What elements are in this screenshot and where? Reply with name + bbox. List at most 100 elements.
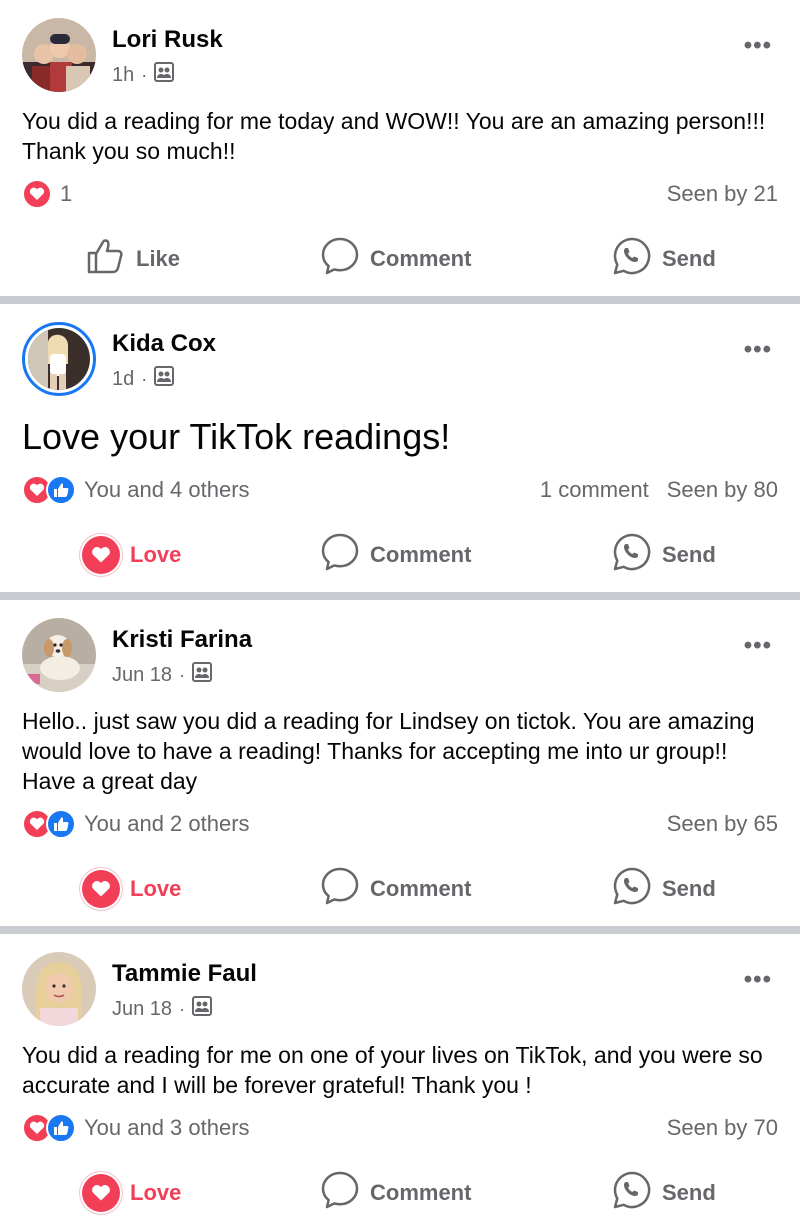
- post-lori-rusk: Lori Rusk 1h · ••• You did a reading for…: [0, 0, 800, 296]
- reactions-row: 1 Seen by 21: [22, 176, 778, 212]
- send-label: Send: [662, 1180, 716, 1205]
- separator-dot: ·: [141, 368, 148, 389]
- post-tammie-faul: Tammie Faul Jun 18 · ••• You did a readi…: [0, 934, 800, 1232]
- more-options-icon[interactable]: •••: [744, 966, 772, 994]
- love-heart-icon: [82, 870, 120, 908]
- love-label: Love: [130, 876, 182, 901]
- whatsapp-icon: [612, 532, 652, 578]
- reaction-summary[interactable]: You and 3 others: [84, 1115, 250, 1141]
- reaction-count[interactable]: 1: [60, 181, 72, 207]
- separator-dot: ·: [141, 64, 148, 85]
- seen-by[interactable]: Seen by 80: [667, 477, 778, 503]
- reaction-icons[interactable]: [22, 1113, 76, 1143]
- send-button[interactable]: Send: [612, 1168, 716, 1218]
- comment-button[interactable]: Comment: [320, 234, 471, 284]
- reaction-summary[interactable]: You and 4 others: [84, 477, 250, 503]
- post-stats: Seen by 21: [667, 181, 778, 207]
- author-name[interactable]: Kristi Farina: [112, 626, 252, 654]
- seen-by[interactable]: Seen by 21: [667, 181, 778, 207]
- reactions-row: You and 3 others Seen by 70: [22, 1110, 778, 1146]
- post-header: Lori Rusk 1h · •••: [22, 18, 782, 98]
- post-time[interactable]: Jun 18: [112, 998, 172, 1021]
- post-kida-cox: Kida Cox 1d · ••• Love your TikTok readi…: [0, 304, 800, 592]
- post-time[interactable]: Jun 18: [112, 664, 172, 687]
- love-button[interactable]: Love: [82, 1168, 181, 1218]
- comment-bubble-icon: [320, 866, 360, 912]
- avatar[interactable]: [22, 618, 96, 692]
- comment-label: Comment: [370, 542, 472, 567]
- post-meta: 1d ·: [112, 366, 175, 392]
- reaction-icons[interactable]: [22, 179, 52, 209]
- separator-dot: ·: [179, 998, 186, 1019]
- reactions-row: You and 2 others Seen by 65: [22, 806, 778, 842]
- send-label: Send: [662, 542, 716, 567]
- reaction-summary[interactable]: You and 2 others: [84, 811, 250, 837]
- more-options-icon[interactable]: •••: [744, 632, 772, 660]
- comment-label: Comment: [370, 1180, 472, 1205]
- like-label: Like: [136, 246, 181, 271]
- comment-bubble-icon: [320, 236, 360, 282]
- group-members-icon: [192, 996, 213, 1022]
- love-button[interactable]: Love: [82, 864, 181, 914]
- post-stats: Seen by 65: [667, 811, 778, 837]
- like-button[interactable]: Like: [86, 234, 180, 284]
- more-options-icon[interactable]: •••: [744, 336, 772, 364]
- avatar-with-story-ring[interactable]: [22, 322, 96, 396]
- post-time[interactable]: 1h: [112, 64, 134, 87]
- group-members-icon: [192, 662, 213, 688]
- comment-label: Comment: [370, 876, 472, 901]
- like-reaction-icon: [46, 475, 76, 505]
- author-name[interactable]: Lori Rusk: [112, 26, 223, 54]
- post-header: Kida Cox 1d · •••: [22, 322, 782, 402]
- post-meta: Jun 18 ·: [112, 662, 213, 688]
- seen-by[interactable]: Seen by 70: [667, 1115, 778, 1141]
- post-kristi-farina: Kristi Farina Jun 18 · ••• Hello.. just …: [0, 600, 800, 926]
- post-divider: [0, 592, 800, 600]
- comment-button[interactable]: Comment: [320, 1168, 471, 1218]
- comment-button[interactable]: Comment: [320, 530, 471, 580]
- author-name[interactable]: Tammie Faul: [112, 960, 257, 988]
- send-button[interactable]: Send: [612, 234, 716, 284]
- reactions-row: You and 4 others 1 comment Seen by 80: [22, 472, 778, 508]
- more-options-icon[interactable]: •••: [744, 32, 772, 60]
- action-bar: Like Comment Send: [0, 234, 800, 284]
- send-button[interactable]: Send: [612, 864, 716, 914]
- post-time[interactable]: 1d: [112, 368, 134, 391]
- reaction-icons[interactable]: [22, 809, 76, 839]
- post-stats: Seen by 70: [667, 1115, 778, 1141]
- reaction-icons[interactable]: [22, 475, 76, 505]
- action-bar: Love Comment Send: [0, 1168, 800, 1218]
- love-heart-icon: [82, 1174, 120, 1212]
- post-text: Hello.. just saw you did a reading for L…: [22, 708, 755, 794]
- separator-dot: ·: [179, 664, 186, 685]
- post-stats: 1 comment Seen by 80: [540, 477, 778, 503]
- post-meta: Jun 18 ·: [112, 996, 213, 1022]
- love-button[interactable]: Love: [82, 530, 181, 580]
- avatar[interactable]: [22, 18, 96, 92]
- comment-count[interactable]: 1 comment: [540, 477, 649, 503]
- action-bar: Love Comment Send: [0, 864, 800, 914]
- author-name[interactable]: Kida Cox: [112, 330, 216, 358]
- post-header: Tammie Faul Jun 18 · •••: [22, 952, 782, 1032]
- post-text: You did a reading for me on one of your …: [22, 1042, 763, 1098]
- love-heart-icon: [82, 536, 120, 574]
- avatar[interactable]: [22, 952, 96, 1026]
- seen-by[interactable]: Seen by 65: [667, 811, 778, 837]
- whatsapp-icon: [612, 866, 652, 912]
- post-meta: 1h ·: [112, 62, 175, 88]
- comment-bubble-icon: [320, 532, 360, 578]
- group-feed: Lori Rusk 1h · ••• You did a reading for…: [0, 0, 800, 1232]
- comment-label: Comment: [370, 246, 472, 271]
- post-text: Love your TikTok readings!: [22, 416, 451, 457]
- post-text: You did a reading for me today and WOW!!…: [22, 108, 766, 164]
- love-reaction-icon: [22, 179, 52, 209]
- love-label: Love: [130, 542, 182, 567]
- like-reaction-icon: [46, 1113, 76, 1143]
- thumbs-up-icon: [86, 237, 126, 281]
- send-label: Send: [662, 876, 716, 901]
- comment-button[interactable]: Comment: [320, 864, 471, 914]
- love-label: Love: [130, 1180, 182, 1205]
- post-header: Kristi Farina Jun 18 · •••: [22, 618, 782, 698]
- group-members-icon: [154, 366, 175, 392]
- send-button[interactable]: Send: [612, 530, 716, 580]
